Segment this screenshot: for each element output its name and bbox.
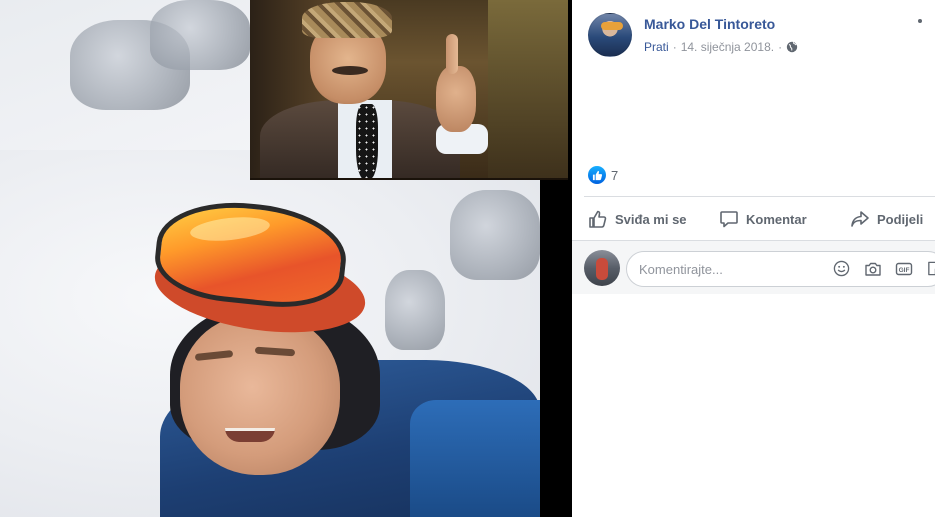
follow-link[interactable]: Prati bbox=[644, 40, 669, 54]
like-button[interactable]: Sviđa mi se bbox=[588, 204, 687, 234]
meta-separator: · bbox=[672, 40, 677, 54]
svg-text:GIF: GIF bbox=[898, 267, 909, 274]
comment-button[interactable]: Komentar bbox=[719, 204, 807, 234]
post-photo[interactable] bbox=[0, 0, 572, 517]
gif-icon[interactable]: GIF bbox=[894, 259, 913, 278]
post-meta: Prati · 14. siječnja 2018. · bbox=[644, 40, 798, 54]
author-name[interactable]: Marko Del Tintoreto bbox=[644, 16, 775, 32]
globe-icon[interactable] bbox=[786, 41, 798, 53]
comment-icon bbox=[720, 211, 738, 228]
reactions-summary[interactable]: 7 bbox=[588, 165, 618, 185]
share-button[interactable]: Podijeli bbox=[850, 204, 923, 234]
sticker-icon[interactable] bbox=[925, 259, 935, 278]
snowy-tree bbox=[450, 190, 540, 280]
thumbs-up-icon bbox=[589, 210, 607, 228]
inset-photo-man-pointing bbox=[250, 0, 568, 180]
more-options-icon[interactable] bbox=[918, 19, 922, 23]
share-label: Podijeli bbox=[877, 211, 924, 227]
post-header: Marko Del Tintoreto Prati · 14. siječnja… bbox=[588, 13, 928, 59]
divider bbox=[584, 196, 935, 197]
post-date[interactable]: 14. siječnja 2018. bbox=[681, 40, 774, 54]
post-actions: Sviđa mi se Komentar Podijeli bbox=[588, 204, 935, 234]
reaction-count: 7 bbox=[611, 167, 619, 183]
current-user-avatar[interactable] bbox=[584, 250, 620, 286]
snowy-tree bbox=[385, 270, 445, 350]
snowy-tree bbox=[150, 0, 250, 70]
share-icon bbox=[851, 211, 869, 227]
like-icon bbox=[588, 166, 606, 184]
post-sidebar: Marko Del Tintoreto Prati · 14. siječnja… bbox=[572, 0, 935, 517]
author-avatar[interactable] bbox=[588, 13, 632, 57]
meta-separator: · bbox=[778, 40, 783, 54]
emoji-icon[interactable] bbox=[832, 259, 851, 278]
skier-face bbox=[180, 315, 340, 475]
comment-composer: GIF bbox=[572, 240, 935, 294]
comment-tools: GIF bbox=[832, 259, 935, 278]
like-label: Sviđa mi se bbox=[615, 211, 687, 227]
camera-icon[interactable] bbox=[863, 259, 882, 278]
comment-label: Komentar bbox=[746, 211, 807, 227]
